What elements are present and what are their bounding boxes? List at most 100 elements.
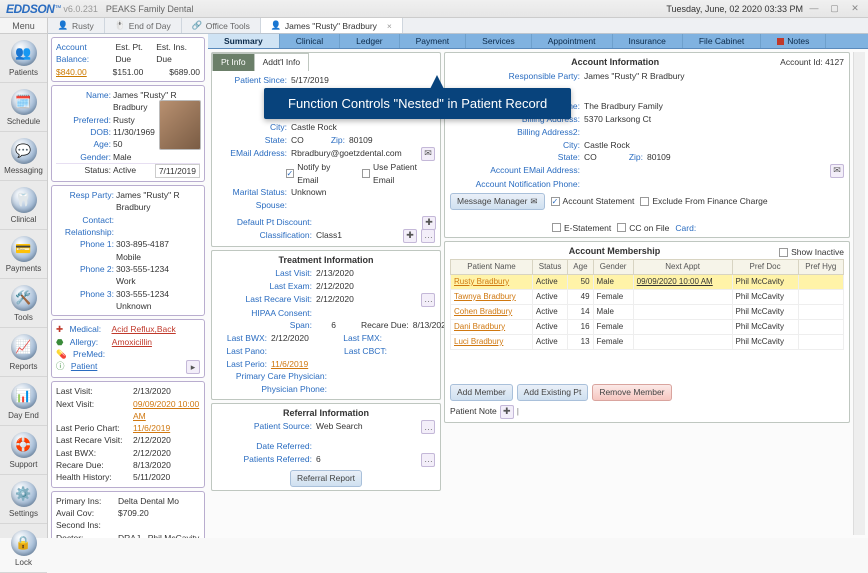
patients-icon: 👥	[11, 40, 37, 66]
class-add-icon[interactable]: ✚	[403, 229, 417, 243]
use-patient-email-checkbox[interactable]: Use Patient Email	[362, 161, 435, 187]
file-tab[interactable]: 🔗Office Tools	[182, 18, 261, 33]
patient-photo[interactable]	[159, 100, 201, 150]
table-header[interactable]: Next Appt	[633, 259, 732, 274]
member-name-link[interactable]: Rusty Bradbury	[454, 277, 509, 286]
close-icon[interactable]: ✕	[848, 3, 862, 14]
message-manager-button[interactable]: Message Manager ✉	[450, 193, 545, 210]
table-header[interactable]: Pref Doc	[732, 259, 798, 274]
e-statement-checkbox[interactable]: E-Statement	[552, 222, 611, 235]
record-tab-services[interactable]: Services	[466, 34, 532, 48]
envelope-icon: ✉	[530, 195, 537, 208]
balance-card: Account Balance:Est. Pt. DueEst. Ins. Du…	[51, 37, 205, 82]
add-member-button[interactable]: Add Member	[450, 384, 513, 401]
maximize-icon[interactable]: ▢	[827, 3, 841, 14]
medical-link[interactable]: Acid Reflux,Back	[112, 323, 176, 335]
record-tab-clinical[interactable]: Clinical	[280, 34, 340, 48]
last-perio-link[interactable]: 11/6/2019	[133, 422, 170, 434]
rail-item-schedule[interactable]: 🗓️Schedule	[0, 83, 47, 132]
addtl-info-tab[interactable]: Addt'l Info	[254, 53, 310, 71]
settings-icon: ⚙️	[11, 481, 37, 507]
account-statement-checkbox[interactable]: ✓Account Statement	[551, 195, 635, 208]
record-tab-payment[interactable]: Payment	[400, 34, 467, 48]
rail-item-clinical[interactable]: 🦷Clinical	[0, 181, 47, 230]
acct-email-icon[interactable]: ✉	[830, 164, 844, 178]
table-row[interactable]: Luci BradburyActive13FemalePhil McCavity	[451, 334, 844, 349]
tab-close-icon[interactable]: ×	[387, 21, 392, 31]
annotation-callout: Function Controls "Nested" in Patient Re…	[264, 88, 571, 119]
show-inactive-checkbox[interactable]: Show Inactive	[779, 246, 844, 259]
table-header[interactable]: Age	[568, 259, 593, 274]
referral-report-button[interactable]: Referral Report	[290, 470, 362, 487]
rail-item-messaging[interactable]: 💬Messaging	[0, 132, 47, 181]
tab-icon: 🔗	[192, 21, 202, 31]
next-visit-link[interactable]: 09/09/2020 10:00 AM	[133, 398, 200, 423]
exclude-finance-checkbox[interactable]: Exclude From Finance Charge	[640, 195, 767, 208]
member-name-link[interactable]: Tawnya Bradbury	[454, 292, 516, 301]
cc-on-file-checkbox[interactable]: CC on File	[617, 222, 669, 235]
table-header[interactable]: Gender	[593, 259, 633, 274]
record-tab-ledger[interactable]: Ledger	[340, 34, 399, 48]
rail-item-settings[interactable]: ⚙️Settings	[0, 475, 47, 524]
record-tab-insurance[interactable]: Insurance	[613, 34, 683, 48]
table-header[interactable]: Patient Name	[451, 259, 533, 274]
member-name-link[interactable]: Dani Bradbury	[454, 322, 505, 331]
discount-add-icon[interactable]: ✚	[422, 216, 436, 230]
email-action-icon[interactable]: ✉	[421, 147, 435, 161]
ref-source-more-icon[interactable]: …	[421, 420, 435, 434]
member-name-link[interactable]: Luci Bradbury	[454, 337, 503, 346]
record-tab-notes[interactable]: Notes	[761, 34, 826, 48]
table-row[interactable]: Rusty BradburyActive50Male09/09/2020 10:…	[451, 274, 844, 289]
rail-item-support[interactable]: 🛟Support	[0, 426, 47, 475]
allergy-link[interactable]: Amoxicillin	[112, 336, 152, 348]
vertical-scrollbar[interactable]	[853, 52, 865, 535]
ptinfo-tab[interactable]: Pt Info	[212, 53, 255, 71]
lock-icon: 🔒	[11, 530, 37, 556]
reports-icon: 📈	[11, 334, 37, 360]
membership-box: Account MembershipShow Inactive Patient …	[444, 241, 850, 422]
rail-item-patients[interactable]: 👥Patients	[0, 34, 47, 83]
rail-item-reports[interactable]: 📈Reports	[0, 328, 47, 377]
record-tab-file-cabinet[interactable]: File Cabinet	[683, 34, 761, 48]
record-tab-summary[interactable]: Summary	[208, 34, 280, 48]
table-row[interactable]: Cohen BradburyActive14MalePhil McCavity	[451, 304, 844, 319]
account-box: Account InformationAccount Id: 4127 Resp…	[444, 52, 850, 238]
clinic-name: PEAKS Family Dental	[106, 4, 194, 14]
payments-icon: 💳	[11, 236, 37, 262]
table-row[interactable]: Dani BradburyActive16FemalePhil McCavity	[451, 319, 844, 334]
table-header[interactable]: Status	[532, 259, 567, 274]
clinical-icon: 🦷	[11, 187, 37, 213]
file-tab[interactable]: 🖱️End of Day	[105, 18, 182, 33]
rail-item-payments[interactable]: 💳Payments	[0, 230, 47, 279]
remove-member-button[interactable]: Remove Member	[592, 384, 671, 401]
expand-alerts-icon[interactable]: ▸	[186, 360, 200, 374]
menu-button[interactable]: Menu	[0, 18, 47, 34]
member-name-link[interactable]: Cohen Bradbury	[454, 307, 512, 316]
file-tab[interactable]: 👤Rusty	[48, 18, 105, 33]
last-perio-link2[interactable]: 11/6/2019	[271, 358, 308, 371]
rail-item-day-end[interactable]: 📊Day End	[0, 377, 47, 426]
treatment-box: Treatment Information Last Visit:2/13/20…	[211, 250, 441, 400]
patient-info-link[interactable]: Patient	[71, 360, 97, 374]
alerts-card: ✚ Medical:Acid Reflux,Back ⬣ Allergy:Amo…	[51, 319, 205, 378]
ref-pts-more-icon[interactable]: …	[421, 453, 435, 467]
notify-email-checkbox[interactable]: ✓Notify by Email	[286, 161, 349, 187]
recare-more-icon[interactable]: …	[421, 293, 435, 307]
minimize-icon[interactable]: —	[807, 3, 821, 13]
rail-item-lock[interactable]: 🔒Lock	[0, 524, 47, 573]
record-tab-appointment[interactable]: Appointment	[532, 34, 613, 48]
class-more-icon[interactable]: …	[421, 229, 435, 243]
balance-amount: $840.00	[56, 66, 87, 78]
table-row[interactable]: Tawnya BradburyActive49FemalePhil McCavi…	[451, 289, 844, 304]
titlebar: EDDSON™ v6.0.231 PEAKS Family Dental Tue…	[0, 0, 868, 18]
demographics-card: Name:James "Rusty" R Bradbury Preferred:…	[51, 85, 205, 182]
note-add-icon[interactable]: ✚	[500, 405, 514, 419]
app-version: v6.0.231	[63, 4, 98, 14]
table-header[interactable]: Pref Hyg	[798, 259, 843, 274]
messaging-icon: 💬	[11, 138, 37, 164]
tab-icon: 👤	[271, 21, 281, 31]
support-icon: 🛟	[11, 432, 37, 458]
rail-item-tools[interactable]: 🛠️Tools	[0, 279, 47, 328]
add-existing-button[interactable]: Add Existing Pt	[517, 384, 589, 401]
file-tab[interactable]: 👤James "Rusty" Bradbury×	[261, 18, 403, 33]
